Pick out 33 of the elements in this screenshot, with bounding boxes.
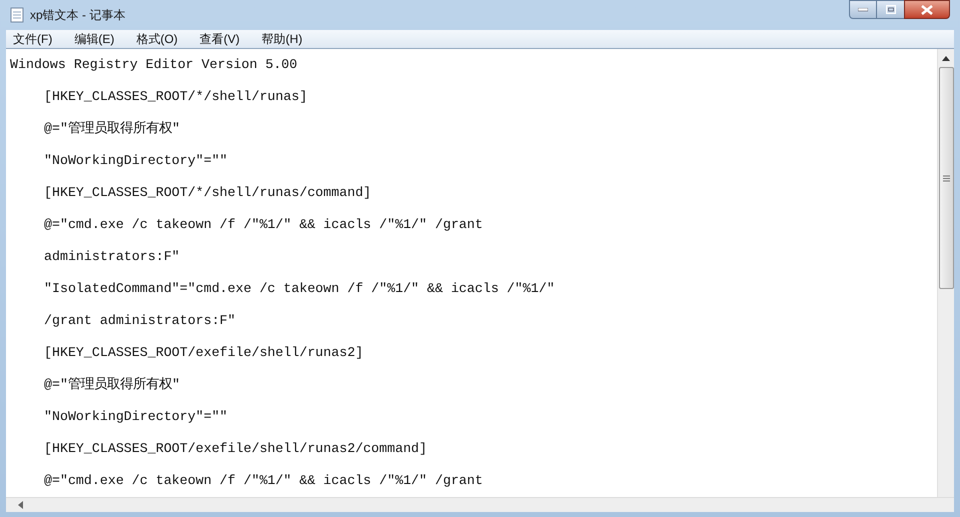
menu-item[interactable]: 编辑(E)	[70, 30, 118, 48]
text-line: administrators:F"	[43, 248, 180, 266]
menu-item[interactable]: 文件(F)	[9, 30, 56, 48]
menu-item[interactable]: 格式(O)	[132, 30, 182, 48]
menu-item[interactable]: 帮助(H)	[258, 30, 306, 48]
scroll-thumb[interactable]	[938, 67, 954, 289]
close-button[interactable]	[904, 0, 950, 19]
text-line: "NoWorkingDirectory"=""	[43, 408, 228, 426]
text-line: @="cmd.exe /c takeown /f /"%1/" && icacls /"%1/" /grant	[43, 216, 483, 234]
window-title: xp错文本 - 记事本	[30, 7, 126, 24]
text-line: "IsolatedCommand"="cmd.exe /c takeown /f /"%1/" && icacls /"%1/"	[43, 280, 555, 298]
text-line: [HKEY_CLASSES_ROOT/*/shell/runas]	[43, 88, 308, 106]
text-line: /grant administrators:F"	[43, 312, 236, 330]
text-line: @="管理员取得所有权"	[43, 376, 180, 394]
text-line: @="cmd.exe /c takeown /f /"%1/" && icacls /"%1/" /grant	[43, 472, 483, 490]
menu-item[interactable]: 查看(V)	[196, 30, 244, 48]
close-icon	[921, 4, 933, 14]
text-line: @="管理员取得所有权"	[43, 120, 180, 138]
maximize-icon	[886, 5, 896, 14]
grip-icon	[942, 174, 950, 182]
text-line: [HKEY_CLASSES_ROOT/exefile/shell/runas2]	[43, 344, 364, 362]
notepad-icon	[10, 7, 24, 23]
minimize-button[interactable]	[849, 0, 877, 19]
maximize-button[interactable]	[877, 0, 904, 19]
text-line: "NoWorkingDirectory"=""	[43, 152, 228, 170]
scroll-left-icon[interactable]	[18, 501, 23, 509]
minimize-icon	[858, 8, 868, 12]
vertical-scrollbar[interactable]	[937, 49, 954, 497]
text-line: [HKEY_CLASSES_ROOT/*/shell/runas/command]	[43, 184, 372, 202]
text-line: Windows Registry Editor Version 5.00	[10, 56, 298, 74]
text-line: [HKEY_CLASSES_ROOT/exefile/shell/runas2/command]	[43, 440, 428, 458]
scroll-up-icon[interactable]	[942, 56, 950, 61]
horizontal-scrollbar[interactable]	[6, 497, 954, 512]
